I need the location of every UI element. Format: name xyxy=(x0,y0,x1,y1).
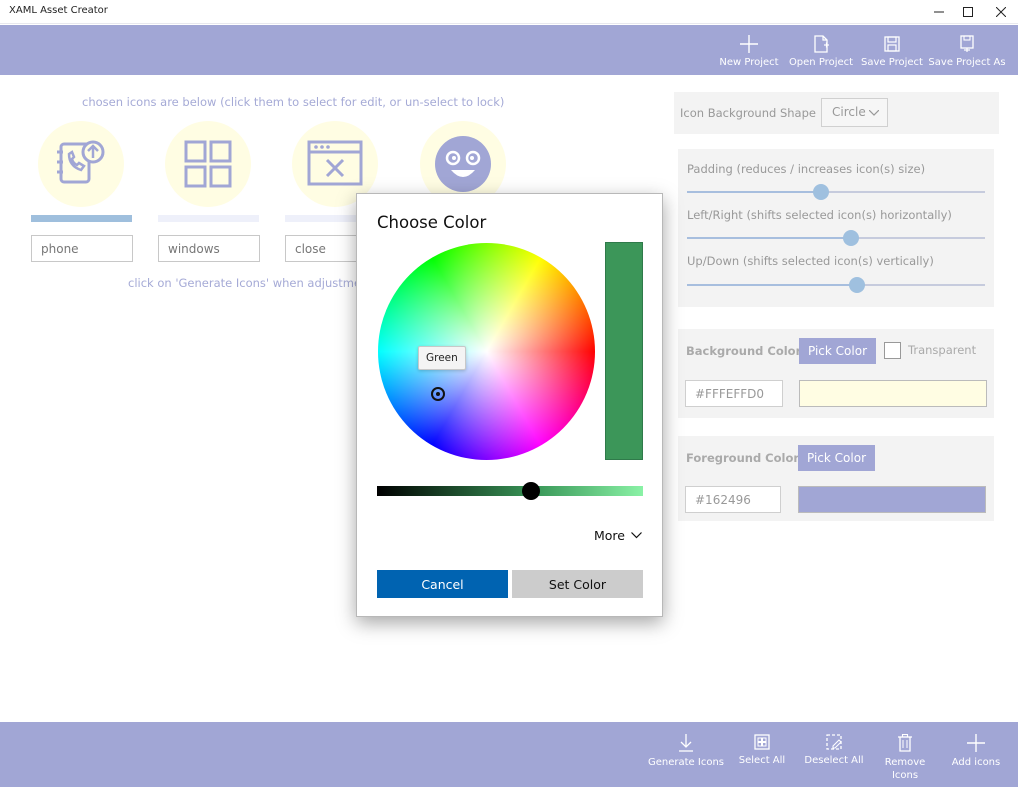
icon-selection-bar-windows xyxy=(158,215,259,222)
deselect-all-icon xyxy=(826,734,842,750)
icon-name-input-close[interactable]: close xyxy=(285,235,357,262)
color-wheel[interactable] xyxy=(378,243,595,460)
icon-tile-windows[interactable] xyxy=(165,121,251,207)
open-project-button[interactable]: Open Project xyxy=(788,25,854,75)
close-icon xyxy=(996,7,1006,17)
leftright-label: Left/Right (shifts selected icon(s) hori… xyxy=(687,208,952,222)
foreground-color-panel: Foreground Color Pick Color #162496 xyxy=(678,436,994,521)
save-project-button[interactable]: Save Project xyxy=(860,25,924,75)
padding-slider-thumb[interactable] xyxy=(813,184,830,200)
plus-icon xyxy=(740,35,758,53)
icon-selection-bar-phone xyxy=(31,215,132,222)
save-icon xyxy=(884,36,900,52)
plus-icon xyxy=(967,734,985,752)
close-button[interactable] xyxy=(986,0,1016,24)
color-wheel-cursor[interactable] xyxy=(431,387,445,401)
maximize-icon xyxy=(963,7,973,17)
padding-slider-fill xyxy=(687,191,822,193)
background-pick-color-button[interactable]: Pick Color xyxy=(799,338,876,364)
background-color-label: Background Color xyxy=(686,344,802,358)
select-all-icon xyxy=(754,734,770,750)
padding-label: Padding (reduces / increases icon(s) siz… xyxy=(687,162,926,176)
set-color-button[interactable]: Set Color xyxy=(512,570,643,598)
more-toggle[interactable]: More xyxy=(594,528,642,543)
brightness-slider-thumb[interactable] xyxy=(522,482,541,500)
close-window-icon xyxy=(307,140,363,186)
leftright-slider-thumb[interactable] xyxy=(842,230,859,246)
color-preview xyxy=(605,242,643,460)
chevron-down-icon xyxy=(631,532,642,539)
choose-color-dialog: Choose Color Green More Cancel Set Color xyxy=(356,193,663,617)
maximize-button[interactable] xyxy=(953,0,983,24)
download-icon xyxy=(679,734,693,752)
dialog-title: Choose Color xyxy=(377,213,487,232)
adjustments-panel: Padding (reduces / increases icon(s) siz… xyxy=(678,149,994,307)
shape-panel: Icon Background Shape Circle xyxy=(674,92,999,134)
foreground-color-label: Foreground Color xyxy=(686,451,800,465)
minimize-button[interactable] xyxy=(924,0,954,24)
title-bar: XAML Asset Creator xyxy=(0,0,1018,24)
transparent-checkbox[interactable] xyxy=(884,342,901,359)
new-project-button[interactable]: New Project xyxy=(718,25,780,75)
chosen-icons-hint: chosen icons are below (click them to se… xyxy=(82,95,505,109)
add-icons-button[interactable]: Add icons xyxy=(948,722,1004,769)
generate-hint: click on 'Generate Icons' when adjustmen… xyxy=(128,276,379,290)
open-file-icon xyxy=(814,35,829,53)
top-toolbar: New Project Open Project Save Project Sa… xyxy=(0,25,1018,75)
shape-label: Icon Background Shape xyxy=(680,106,816,120)
save-project-as-button[interactable]: Save Project As xyxy=(928,25,1006,75)
bottom-toolbar: Generate Icons Select All Deselect All R… xyxy=(0,722,1018,787)
phone-icon xyxy=(57,140,105,184)
smiley-face-icon xyxy=(435,136,491,192)
foreground-pick-color-button[interactable]: Pick Color xyxy=(798,445,875,471)
select-all-button[interactable]: Select All xyxy=(737,722,787,767)
chevron-down-icon xyxy=(869,110,879,116)
trash-icon xyxy=(898,734,912,752)
background-hex-input[interactable]: #FFFEFFD0 xyxy=(685,380,783,407)
foreground-hex-input[interactable]: #162496 xyxy=(685,486,781,513)
background-color-panel: Background Color Pick Color Transparent … xyxy=(678,329,994,418)
remove-icons-button[interactable]: Remove Icons xyxy=(880,722,930,782)
background-color-swatch xyxy=(799,380,987,407)
transparent-label: Transparent xyxy=(908,343,977,357)
leftright-slider-fill xyxy=(687,237,851,239)
deselect-all-button[interactable]: Deselect All xyxy=(802,722,866,767)
color-name-tooltip: Green xyxy=(418,346,466,370)
updown-slider-thumb[interactable] xyxy=(848,277,865,293)
cancel-button[interactable]: Cancel xyxy=(377,570,508,598)
updown-label: Up/Down (shifts selected icon(s) vertica… xyxy=(687,254,934,268)
icon-tile-phone[interactable] xyxy=(38,121,124,207)
save-as-icon xyxy=(960,35,974,52)
shape-dropdown[interactable]: Circle xyxy=(821,98,888,127)
icon-name-input-windows[interactable]: windows xyxy=(158,235,260,262)
window-title: XAML Asset Creator xyxy=(9,5,108,16)
brightness-slider[interactable] xyxy=(377,486,643,496)
foreground-color-swatch xyxy=(798,486,986,513)
windows-icon xyxy=(184,140,232,188)
updown-slider-fill xyxy=(687,284,857,286)
minimize-icon xyxy=(934,11,944,13)
generate-icons-button[interactable]: Generate Icons xyxy=(648,722,724,769)
icon-name-input-phone[interactable]: phone xyxy=(31,235,133,262)
icon-selection-bar-close xyxy=(285,215,357,222)
